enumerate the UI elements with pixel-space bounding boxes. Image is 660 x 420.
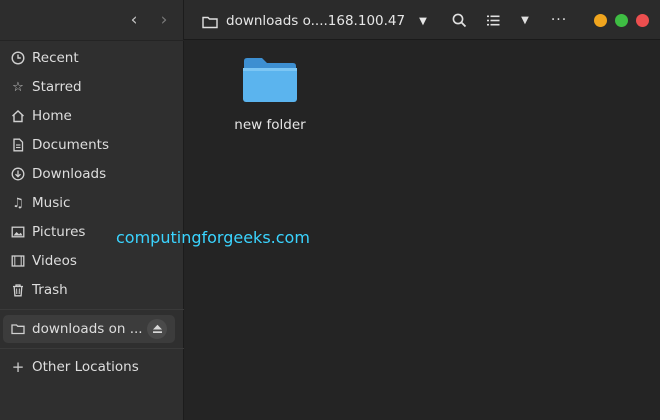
network-drive-icon (10, 321, 26, 337)
home-icon (10, 108, 26, 124)
sidebar-item-recent[interactable]: Recent (0, 44, 184, 72)
more-menu-button[interactable]: ··· (548, 9, 570, 31)
search-button[interactable] (448, 9, 470, 31)
eject-icon (152, 324, 162, 333)
file-name: new folder (234, 117, 306, 133)
close-button[interactable] (636, 14, 649, 27)
sidebar-item-home[interactable]: Home (0, 102, 184, 130)
path-bar-button[interactable]: downloads o....168.100.47 ▼ (196, 8, 427, 34)
sidebar-item-downloads[interactable]: Downloads (0, 160, 184, 188)
forward-button[interactable]: › (154, 10, 174, 30)
sidebar-item-trash[interactable]: Trash (0, 276, 184, 304)
star-icon: ☆ (12, 79, 24, 95)
minimize-button[interactable] (594, 14, 607, 27)
music-icon: ♫ (12, 195, 24, 211)
more-icon: ··· (550, 12, 568, 28)
maximize-button[interactable] (615, 14, 628, 27)
sidebar-item-label: Videos (32, 253, 77, 269)
chevron-right-icon: › (160, 10, 168, 30)
file-item-new-folder[interactable]: new folder (225, 51, 315, 141)
sidebar-item-label: Other Locations (32, 359, 139, 375)
header-bar: ‹ › downloads o....168.100.47 ▼ ▼ ··· (0, 0, 660, 40)
path-label: downloads o....168.100.47 (226, 13, 406, 29)
plus-icon: + (11, 358, 25, 376)
sidebar-item-network-share[interactable]: downloads on ... (3, 315, 175, 343)
document-icon (10, 137, 26, 153)
sidebar-item-label: Music (32, 195, 71, 211)
sidebar-item-label: Starred (32, 79, 82, 95)
caret-down-icon: ▼ (419, 15, 427, 27)
back-button[interactable]: ‹ (124, 10, 144, 30)
sidebar-item-starred[interactable]: ☆ Starred (0, 73, 184, 101)
video-icon (10, 253, 26, 269)
folder-icon (243, 58, 297, 102)
picture-icon (10, 224, 26, 240)
sidebar-item-documents[interactable]: Documents (0, 131, 184, 159)
sidebar-item-label: Home (32, 108, 72, 124)
sidebar-item-label: downloads on ... (32, 321, 143, 337)
eject-button[interactable] (147, 319, 167, 339)
sidebar-item-music[interactable]: ♫ Music (0, 189, 184, 217)
sidebar-separator (0, 348, 184, 349)
sidebar-separator (0, 309, 184, 310)
sidebar-item-label: Documents (32, 137, 109, 153)
sidebar-item-label: Trash (32, 282, 68, 298)
download-icon (10, 166, 26, 182)
trash-icon (10, 282, 26, 298)
sidebar-item-videos[interactable]: Videos (0, 247, 184, 275)
sidebar-item-other-locations[interactable]: + Other Locations (0, 353, 184, 381)
view-options-button[interactable]: ▼ (514, 9, 536, 31)
watermark-text: computingforgeeks.com (116, 228, 310, 247)
sidebar-item-label: Downloads (32, 166, 107, 182)
list-view-button[interactable] (482, 9, 504, 31)
search-icon (452, 13, 466, 27)
sidebar-item-label: Recent (32, 50, 79, 66)
list-icon (486, 15, 499, 25)
caret-down-icon: ▼ (521, 14, 529, 26)
chevron-left-icon: ‹ (130, 10, 138, 30)
folder-icon (202, 14, 218, 29)
header-sidebar-area: ‹ › (0, 0, 184, 40)
clock-icon (10, 50, 26, 66)
sidebar-item-label: Pictures (32, 224, 86, 240)
